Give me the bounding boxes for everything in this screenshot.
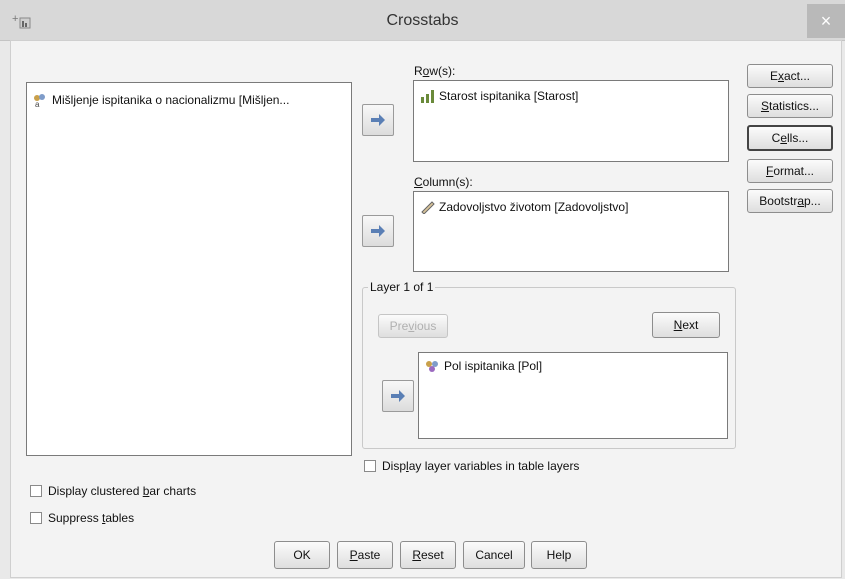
bootstrap-button[interactable]: Bootstr a p... [747,189,833,213]
suppress-tables-checkbox[interactable] [30,512,42,524]
layer-list[interactable]: Pol ispitanika [Pol] [418,352,728,439]
arrow-right-icon [391,390,405,402]
close-button[interactable]: × [807,4,845,38]
suppress-tables-label: Suppress tables [48,511,135,525]
previous-button[interactable]: Pre v ious [378,314,448,338]
list-item[interactable]: Zadovoljstvo životom [Zadovoljstvo] [420,200,728,215]
svg-text:a: a [35,100,40,107]
window-title: Crosstabs [386,12,459,29]
clustered-bar-charts-label: Display clustered bar charts [48,484,197,498]
rows-label: Row(s): [414,64,456,78]
display-layer-variables-label: Display layer variables in table layers [382,459,580,473]
arrow-right-icon [371,114,385,126]
move-to-rows-button[interactable] [362,104,394,136]
move-to-layer-button[interactable] [382,380,414,412]
help-button[interactable]: Help [531,541,587,569]
nominal-string-icon: a [33,93,48,109]
list-item[interactable]: Pol ispitanika [Pol] [425,359,727,373]
scale-icon [420,200,435,215]
move-to-columns-button[interactable] [362,215,394,247]
reset-button[interactable]: Reset [400,541,456,569]
layer-title: Layer 1 of 1 [368,280,436,294]
list-item[interactable]: Starost ispitanika [Starost] [420,89,728,103]
list-item[interactable]: a Mišljenje ispitanika o nacionalizmu [M… [33,93,351,109]
next-button[interactable]: Next [652,312,720,338]
arrow-right-icon [371,225,385,237]
format-button[interactable]: Format... [747,159,833,183]
display-layer-variables-checkbox[interactable] [364,460,376,472]
ordinal-icon [420,89,435,103]
display-layer-variables-option[interactable]: Display layer variables in table layers [364,459,579,473]
suppress-tables-option[interactable]: Suppress tables [30,511,134,525]
columns-label: Column(s): [414,175,473,189]
nominal-icon [425,359,440,373]
statistics-button[interactable]: Statistics... [747,94,833,118]
exact-button[interactable]: Ex act... [747,64,833,88]
paste-button[interactable]: Paste [337,541,393,569]
variable-label: Zadovoljstvo životom [Zadovoljstvo] [439,200,629,214]
source-variable-list[interactable]: a Mišljenje ispitanika o nacionalizmu [M… [26,82,352,456]
rows-list[interactable]: Starost ispitanika [Starost] [413,80,729,162]
variable-label: Starost ispitanika [Starost] [439,89,579,103]
clustered-bar-charts-checkbox[interactable] [30,485,42,497]
variable-label: Pol ispitanika [Pol] [444,359,543,373]
columns-list[interactable]: Zadovoljstvo životom [Zadovoljstvo] [413,191,729,272]
variable-label: Mišljenje ispitanika o nacionalizmu [Miš… [52,93,290,107]
ok-button[interactable]: OK [274,541,330,569]
clustered-bar-charts-option[interactable]: Display clustered bar charts [30,484,196,498]
cancel-button[interactable]: Cancel [463,541,525,569]
cells-button[interactable]: Ce lls... [747,125,833,151]
